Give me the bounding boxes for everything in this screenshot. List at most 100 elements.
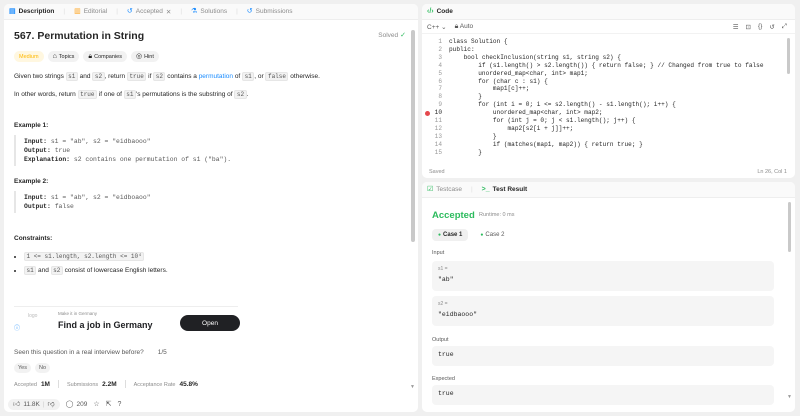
like-button[interactable]: 👍︎ 11.8K | 👎︎	[8, 398, 60, 410]
constraints-title: Constraints:	[14, 235, 53, 242]
code-line: bool checkInclusion(string s1, string s2…	[449, 53, 621, 61]
code-editor[interactable]: 1 2 3 4 5 6 7 8 9 10 11 12 13 14 15 clas…	[422, 38, 795, 163]
divider	[57, 380, 59, 388]
tab-submissions[interactable]: ↺ Submissions	[247, 8, 293, 15]
comments-button[interactable]: ◯ 209	[66, 401, 88, 408]
reset-icon[interactable]: ↺	[769, 23, 774, 31]
tab-solutions[interactable]: ⚗ Solutions	[191, 8, 227, 15]
ad-info-icon[interactable]: ⓘ	[14, 323, 20, 332]
s1-value: "ab"	[438, 276, 454, 283]
scroll-down-icon[interactable]: ▼	[787, 394, 792, 400]
scroll-down-icon[interactable]: ▼	[410, 384, 415, 390]
problem-content: 567. Permutation in String Solved ✓ Mediu…	[14, 30, 410, 278]
code-line: unordered_map<char, int> map2;	[449, 109, 603, 117]
format-icon[interactable]: {}	[758, 23, 762, 31]
scrollbar[interactable]	[411, 30, 415, 242]
line-number: 3	[438, 53, 442, 61]
cursor-position: Ln 26, Col 1	[757, 169, 787, 175]
tab-accepted[interactable]: ↺ Accepted ✕	[127, 8, 171, 16]
case-1-tab[interactable]: ● Case 1	[432, 229, 469, 241]
result-scrollbar[interactable]	[788, 202, 791, 252]
output-label: Output	[432, 337, 449, 343]
stats-row: Accepted 1M Submissions 2.2M Acceptance Ra…	[14, 380, 198, 388]
line-number: 12	[434, 124, 442, 132]
code-line: for (int i = 0; i <= s2.length() - s1.le…	[449, 101, 676, 109]
line-number: 13	[434, 132, 442, 140]
example-1-block: Input: s1 = "ab", s2 = "eidbaooo" Output…	[14, 135, 410, 166]
input-s1-box: s1 = "ab"	[432, 261, 774, 291]
tab-divider: |	[63, 8, 66, 15]
comment-icon: ◯	[65, 400, 74, 408]
book-icon: ▥	[74, 8, 81, 15]
line-number: 7	[438, 85, 442, 93]
fullscreen-icon[interactable]: ⤢	[782, 23, 787, 31]
mode-select[interactable]: 🔒︎ Auto	[455, 23, 474, 30]
tab-code[interactable]: ‹/› Code	[427, 8, 453, 15]
line-number: 1	[438, 38, 442, 45]
action-bar: 👍︎ 11.8K | 👎︎ ◯ 209 ☆ ⇱ ?	[8, 396, 121, 412]
line-number: 11	[434, 117, 442, 124]
result-tabbar: ☑ Testcase | >_ Test Result	[422, 182, 795, 198]
acceptance-rate-stat: Acceptance Rate 45.8%	[133, 380, 198, 388]
description-panel: ▤ Description | ▥ Editorial | ↺ Accepted ✕ |…	[4, 4, 418, 412]
thumbs-down-icon[interactable]: 👎︎	[48, 401, 55, 408]
ad-open-button[interactable]: Open	[180, 315, 240, 331]
case-2-tab[interactable]: ● Case 2	[474, 229, 510, 241]
hint-button[interactable]: ◎ Hint	[130, 51, 159, 62]
tab-editorial[interactable]: ▥ Editorial	[74, 8, 107, 15]
expected-box: true	[432, 385, 774, 405]
thumbs-up-icon: 👍︎	[13, 400, 21, 408]
example-1-title: Example 1:	[14, 122, 49, 129]
help-icon[interactable]: ?	[118, 401, 122, 408]
document-icon: ▤	[9, 8, 16, 15]
tab-description[interactable]: ▤ Description	[9, 8, 54, 15]
lock-icon: 🔒︎	[454, 23, 459, 30]
yes-button[interactable]: Yes	[14, 363, 31, 373]
tab-divider: |	[180, 8, 183, 15]
code-line: map2[s2[i + j]]++;	[449, 124, 574, 132]
tag-row: Medium ⌂ Topics 🔒︎ Companies ◎ Hint	[14, 51, 410, 62]
history-icon: ↺	[126, 8, 133, 15]
language-select[interactable]: C++ ⌄	[427, 23, 447, 31]
companies-button[interactable]: 🔒︎ Companies	[83, 51, 127, 62]
code-line: if (matches(map1, map2)) { return true; …	[449, 140, 643, 148]
share-icon[interactable]: ⇱	[106, 401, 112, 408]
flask-icon: ⚗	[191, 8, 198, 15]
page-title: 567. Permutation in String	[14, 30, 145, 42]
notes-icon[interactable]: ☰	[733, 23, 739, 31]
code-line: for (char c : s1) {	[449, 77, 548, 85]
no-button[interactable]: No	[34, 363, 51, 373]
interview-count: 1/5	[157, 349, 167, 356]
output-value: true	[438, 351, 454, 358]
code-icon: ‹/›	[427, 8, 434, 15]
code-panel: ‹/› Code C++ ⌄ 🔒︎ Auto ☰ ⊡ {} ↺ ⤢ 1 2 3 4…	[422, 4, 795, 178]
star-icon[interactable]: ☆	[93, 401, 99, 408]
line-number: 15	[434, 148, 442, 156]
topics-button[interactable]: ⌂ Topics	[47, 51, 80, 62]
editor-scrollbar[interactable]	[787, 38, 790, 74]
permutation-link[interactable]: permutation	[199, 73, 233, 80]
tab-testcase[interactable]: ☑ Testcase	[427, 186, 462, 193]
example-2-title: Example 2:	[14, 178, 49, 185]
breakpoint-icon[interactable]	[425, 110, 430, 116]
line-number: 14	[434, 140, 442, 148]
tab-test-result[interactable]: >_ Test Result	[482, 186, 528, 193]
editor-tools: ☰ ⊡ {} ↺ ⤢	[733, 23, 787, 31]
ad-banner[interactable]: ⓘ logo Make it in Germany Find a job in …	[14, 306, 240, 336]
save-status: Saved	[429, 169, 445, 175]
ad-subtitle: Make it in Germany	[58, 311, 98, 316]
bookmark-icon[interactable]: ⊡	[746, 23, 751, 31]
line-number: 4	[438, 61, 442, 69]
line-number: 6	[438, 77, 442, 85]
line-number: 9	[438, 101, 442, 109]
expected-label: Expected	[432, 376, 455, 382]
output-box: true	[432, 346, 774, 366]
code-tabbar: ‹/› Code	[422, 4, 795, 20]
close-icon[interactable]: ✕	[166, 8, 171, 16]
code-line: for (int j = 0; j < s1.length(); j++) {	[449, 117, 636, 124]
lock-icon: 🔒︎	[88, 53, 93, 60]
code-line: if (s1.length() > s2.length()) { return …	[449, 61, 764, 69]
input-s2-box: s2 = "eidbaooo"	[432, 296, 774, 326]
ad-headline: Find a job in Germany	[58, 320, 153, 330]
code-line: class Solution {	[449, 38, 508, 45]
